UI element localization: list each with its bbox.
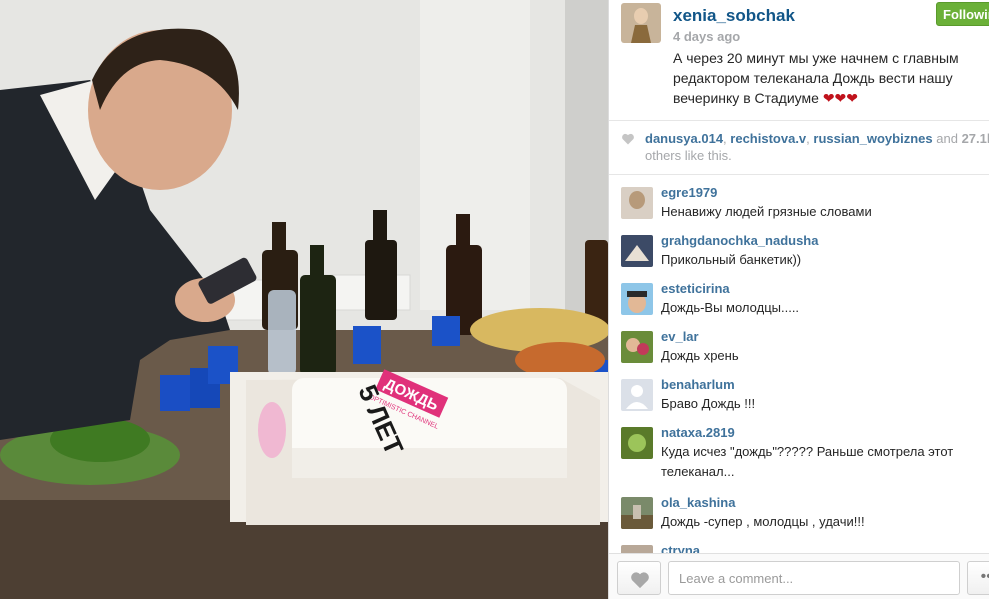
comment-username[interactable]: nataxa.2819 — [661, 425, 735, 440]
commenter-avatar[interactable] — [621, 187, 653, 219]
comment-text: Дождь-Вы молодцы..... — [661, 300, 800, 315]
comment-item: esteticirina Дождь-Вы молодцы..... — [609, 271, 989, 319]
likes-heart-icon — [622, 133, 634, 145]
comment-item: ola_kashina Дождь -супер , молодцы , уда… — [609, 485, 989, 533]
following-button[interactable]: Following — [936, 2, 989, 26]
likes-and: and — [936, 131, 958, 146]
like-button[interactable] — [617, 561, 661, 595]
likes-summary: danusya.014, rechistova.v, russian_woybi… — [609, 128, 989, 168]
author-avatar[interactable] — [621, 3, 661, 43]
comment-text: Дождь хрень — [661, 348, 739, 363]
commenter-avatar[interactable] — [621, 235, 653, 267]
post-header: xenia_sobchak 4 days ago Following А чер… — [609, 0, 989, 120]
comment-text: Дождь -супер , молодцы , удачи!!! — [661, 514, 865, 529]
post-photo[interactable]: ДОЖДЬ OPTIMISTIC CHANNEL 5 ЛЕТ — [0, 0, 608, 599]
commenter-avatar[interactable] — [621, 427, 653, 459]
commenter-avatar[interactable] — [621, 331, 653, 363]
liker-username[interactable]: rechistova.v — [730, 131, 806, 146]
comment-username[interactable]: egre1979 — [661, 185, 717, 200]
comment-username[interactable]: esteticirina — [661, 281, 730, 296]
comment-item: egre1979 Ненавижу людей грязные словами — [609, 175, 989, 223]
ellipsis-icon: ••• — [980, 568, 989, 585]
comment-text: Прикольный банкетик)) — [661, 252, 802, 267]
liker-username[interactable]: danusya.014 — [645, 131, 723, 146]
comment-username[interactable]: grahgdanochka_nadusha — [661, 233, 818, 248]
default-avatar-icon[interactable] — [621, 379, 653, 411]
divider — [609, 120, 989, 121]
heart-icon — [631, 572, 649, 589]
likes-count[interactable]: 27.1k — [962, 131, 989, 146]
comment-username[interactable]: ola_kashina — [661, 495, 735, 510]
commenter-avatar[interactable] — [621, 497, 653, 529]
more-options-button[interactable]: ••• — [967, 561, 989, 595]
likes-others: others like this. — [645, 148, 732, 163]
comment-input[interactable] — [668, 561, 960, 595]
party-photo-illustration: ДОЖДЬ OPTIMISTIC CHANNEL 5 ЛЕТ — [0, 0, 608, 599]
comment-item: grahgdanochka_nadusha Прикольный банкети… — [609, 223, 989, 271]
comment-composer: ••• — [609, 553, 989, 599]
post-caption: А через 20 минут мы уже начнем с главным… — [673, 50, 959, 106]
comment-text: Браво Дождь !!! — [661, 396, 756, 411]
author-username[interactable]: xenia_sobchak — [673, 6, 795, 26]
comment-item: ev_lar Дождь хрень — [609, 319, 989, 367]
commenter-avatar[interactable] — [621, 283, 653, 315]
comment-item: nataxa.2819 Куда исчез "дождь"????? Рань… — [609, 415, 989, 485]
author-avatar-image — [621, 3, 661, 43]
comment-username[interactable]: ev_lar — [661, 329, 699, 344]
liker-username[interactable]: russian_woybiznes — [813, 131, 932, 146]
comment-text: Куда исчез "дождь"????? Раньше смотрела … — [661, 444, 954, 479]
likes-text: danusya.014, rechistova.v, russian_woybi… — [645, 130, 989, 164]
post-timestamp[interactable]: 4 days ago — [673, 29, 740, 44]
post-sidebar: xenia_sobchak 4 days ago Following А чер… — [609, 0, 989, 599]
comment-username[interactable]: benaharlum — [661, 377, 735, 392]
comment-text: Ненавижу людей грязные словами — [661, 204, 872, 219]
comment-item: benaharlum Браво Дождь !!! — [609, 367, 989, 415]
